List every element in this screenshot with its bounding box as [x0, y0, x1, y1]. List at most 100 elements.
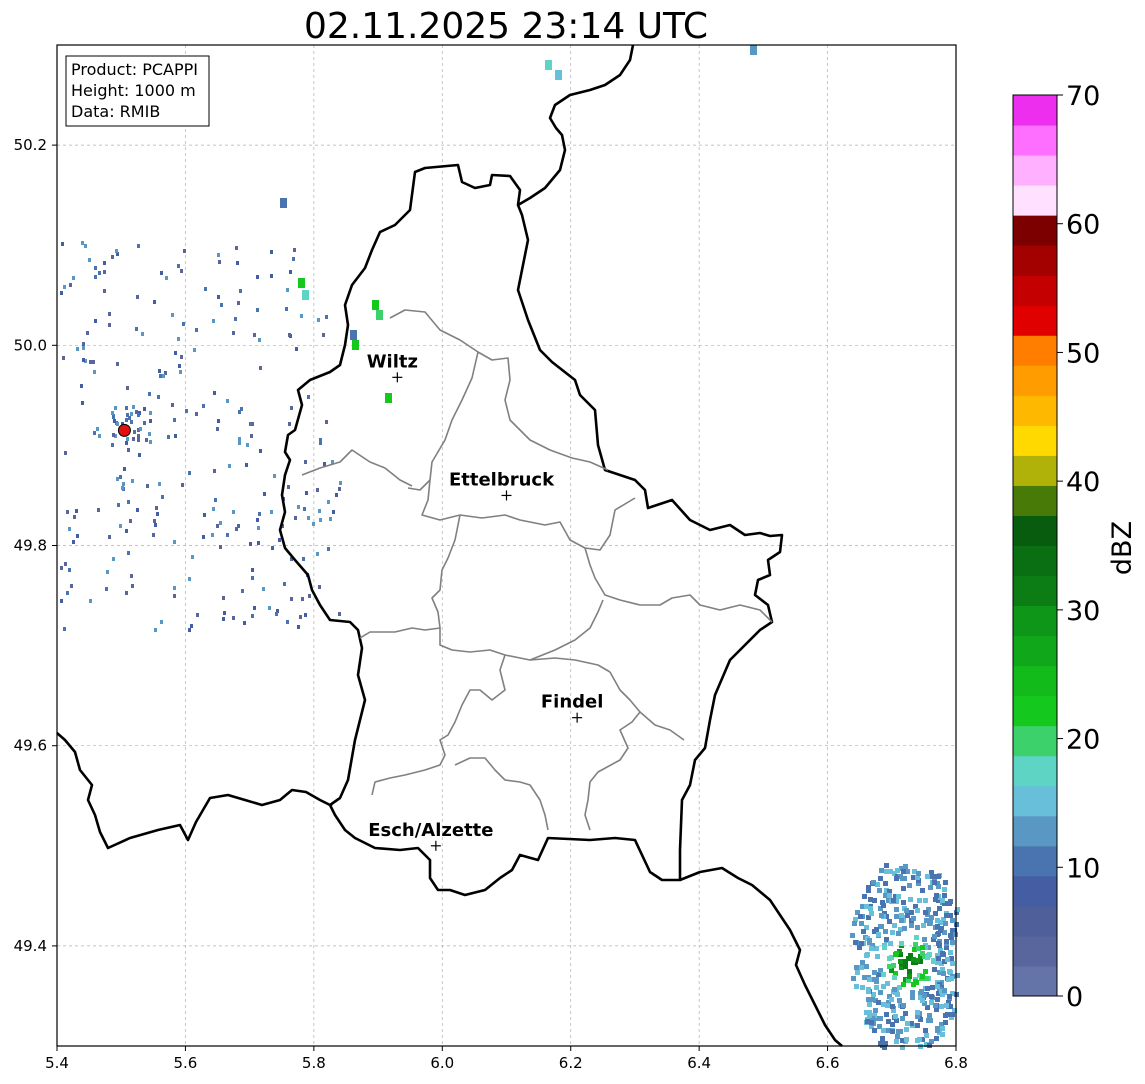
echo-pixel [916, 871, 921, 876]
echo-pixel [203, 513, 206, 517]
echo-pixel [64, 451, 67, 455]
colorbar-ticks: 0 10 20 30 40 50 60 70 [1057, 81, 1100, 1013]
colorbar-segment [1013, 605, 1057, 637]
x-tick-label: 5.4 [45, 1054, 69, 1072]
echo-pixel [136, 508, 139, 512]
echo-pixel [243, 621, 246, 625]
echo-pixel [935, 918, 940, 923]
echo-pixel [232, 510, 235, 514]
echo-pixel [947, 969, 952, 974]
colorbar-segment [1013, 515, 1057, 546]
echo-pixel [909, 923, 914, 928]
echo-pixel [137, 435, 140, 439]
echo-pixel [875, 954, 880, 959]
echo-pixel [874, 927, 879, 932]
echo-pixel [883, 881, 888, 886]
echo-pixel [910, 995, 915, 1000]
colorbar-segment [1013, 845, 1057, 877]
colorbar-segment [1013, 815, 1057, 847]
echo-pixel [904, 1027, 909, 1032]
echo-pixel [204, 287, 207, 291]
echo-pixel [888, 941, 893, 946]
echo-pixel [930, 985, 935, 990]
echo-pixel [103, 289, 106, 293]
echo-pixel [235, 527, 238, 531]
echo-pixel [900, 876, 905, 881]
echo-pixel [259, 449, 262, 453]
echo-pixel [884, 863, 889, 868]
echo-pixel [917, 898, 922, 903]
echo-pixel [901, 869, 906, 874]
echo-pixel [896, 931, 901, 936]
echo-pixel [280, 198, 287, 208]
echo-pixel [299, 615, 302, 619]
info-height: Height: 1000 m [71, 81, 196, 100]
echo-pixel [122, 482, 125, 486]
echo-pixel [898, 1029, 903, 1034]
echo-pixel [318, 585, 321, 589]
city-label: Ettelbruck [449, 469, 555, 490]
echo-pixel [304, 460, 307, 464]
echo-pixel [149, 440, 152, 444]
echo-pixel [879, 868, 884, 873]
echo-pixel [137, 413, 140, 417]
echo-pixel [223, 611, 226, 615]
echo-pixel [125, 591, 128, 595]
echo-pixel [869, 1020, 874, 1025]
echo-pixel [286, 620, 289, 624]
echo-pixel [940, 898, 945, 903]
echo-pixel [943, 1020, 948, 1025]
colorbar-segment [1013, 695, 1057, 727]
echo-pixel [160, 271, 163, 275]
echo-pixel [883, 929, 888, 934]
x-tick-label: 6.6 [816, 1054, 840, 1072]
echo-pixel [935, 1028, 940, 1033]
echo-pixel [66, 591, 69, 595]
echo-pixel [117, 503, 120, 507]
echo-pixel [872, 898, 877, 903]
echo-pixel [106, 570, 109, 574]
colorbar-label: dBZ [1107, 521, 1138, 575]
echo-pixel [226, 399, 229, 403]
echo-pixel [105, 587, 108, 591]
echo-pixel [887, 919, 892, 924]
city-label: Findel [541, 692, 604, 713]
echo-pixel [245, 463, 248, 467]
echo-pixel [76, 347, 79, 351]
echo-pixel [920, 974, 925, 979]
echo-pixel [859, 965, 864, 970]
echo-pixel [256, 308, 259, 312]
echo-pixel [152, 533, 155, 537]
echo-pixel [160, 620, 163, 624]
echo-pixel [262, 587, 265, 591]
echo-pixel [902, 926, 907, 931]
echo-pixel [376, 310, 383, 320]
echo-pixel [298, 278, 305, 288]
echo-pixel [335, 493, 338, 497]
echo-pixel [88, 258, 91, 262]
echo-pixel [894, 876, 899, 881]
colorbar-segment [1013, 155, 1057, 186]
echo-pixel [925, 986, 930, 991]
echo-pixel [859, 941, 864, 946]
echo-pixel [874, 979, 879, 984]
colorbar-segment [1013, 125, 1057, 156]
echo-pixel [881, 903, 886, 908]
echo-pixel [116, 422, 119, 426]
echo-pixel [869, 946, 874, 951]
echo-pixel [288, 422, 291, 426]
echo-pixel [182, 322, 185, 326]
echo-pixel [948, 899, 953, 904]
echo-pixel [94, 319, 97, 323]
echo-pixel [222, 596, 225, 600]
echo-pixel [82, 346, 85, 350]
echo-pixel [890, 1022, 895, 1027]
echo-pixel [64, 562, 67, 566]
echo-pixel [235, 246, 238, 250]
echo-pixel [62, 356, 65, 360]
echo-pixel [191, 555, 194, 559]
echo-pixel [112, 415, 115, 419]
echo-pixel [893, 1014, 898, 1019]
echo-pixel [146, 484, 149, 488]
echo-pixel [149, 411, 152, 415]
